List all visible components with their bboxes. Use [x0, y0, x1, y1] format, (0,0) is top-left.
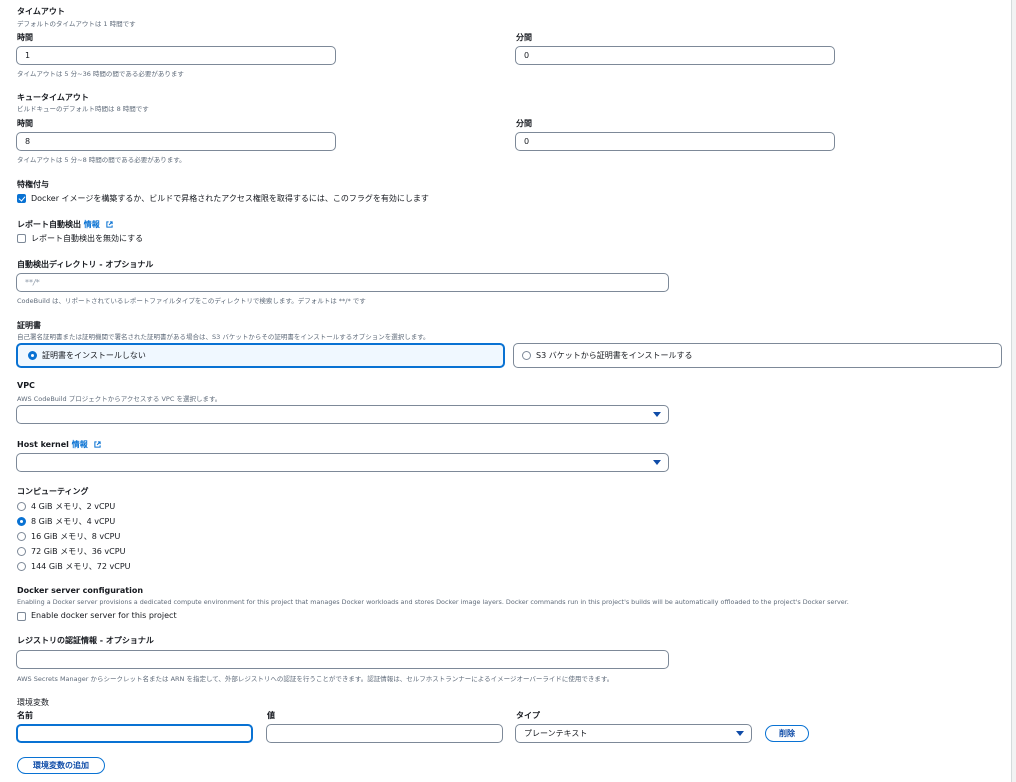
queue-timeout-hours-input[interactable]: [16, 132, 336, 151]
caret-down-icon: [653, 460, 661, 465]
host-kernel-title: Host kernel 情報: [17, 439, 101, 450]
caret-down-icon: [653, 412, 661, 417]
env-var-type-label: タイプ: [516, 711, 540, 720]
compute-option-label: 144 GiB メモリ、72 vCPU: [31, 562, 131, 571]
timeout-hours-input[interactable]: [16, 46, 336, 65]
docker-server-title: Docker server configuration: [17, 586, 144, 595]
compute-option-radio[interactable]: [17, 517, 26, 526]
compute-option-label: 4 GiB メモリ、2 vCPU: [31, 502, 116, 511]
certificate-description: 自己署名証明書または証明機関で署名された証明書がある場合は、S3 バケットからそ…: [17, 333, 430, 341]
env-var-delete-button[interactable]: 削除: [765, 725, 809, 742]
external-link-icon[interactable]: [105, 221, 113, 228]
host-kernel-title-text: Host kernel: [17, 440, 69, 449]
host-kernel-select[interactable]: [16, 453, 669, 472]
discovery-dir-hint: CodeBuild は、リポートされているレポートファイルタイプをこのディレクト…: [17, 297, 366, 305]
queue-timeout-minutes-label: 分間: [516, 119, 532, 128]
vpc-title: VPC: [17, 381, 35, 390]
queue-timeout-hours-label: 時間: [17, 119, 33, 128]
env-var-type-select-value: プレーンテキスト: [524, 729, 588, 738]
env-var-value-label: 値: [267, 711, 275, 720]
add-env-var-button[interactable]: 環境変数の追加: [17, 757, 105, 774]
timeout-description: デフォルトのタイムアウトは 1 時間です: [17, 20, 136, 28]
queue-timeout-hint: タイムアウトは 5 分~8 時間の間である必要があります。: [17, 156, 186, 164]
timeout-title: タイムアウト: [17, 7, 65, 16]
timeout-hours-label: 時間: [17, 33, 33, 42]
registry-credential-title: レジストリの認証情報 - オプショナル: [17, 636, 154, 645]
queue-timeout-title: キュータイムアウト: [17, 93, 89, 102]
certificate-option-none-radio[interactable]: [28, 351, 37, 360]
certificate-option-s3-radio[interactable]: [522, 351, 531, 360]
report-discovery-checkbox-label: レポート自動検出を無効にする: [31, 234, 144, 243]
vpc-description: AWS CodeBuild プロジェクトからアクセスする VPC を選択します。: [17, 395, 222, 403]
timeout-minutes-input[interactable]: [515, 46, 835, 65]
vpc-select[interactable]: [16, 405, 669, 424]
docker-server-description: Enabling a Docker server provisions a de…: [17, 598, 849, 606]
compute-option-radio[interactable]: [17, 532, 26, 541]
privileged-title: 特権付与: [17, 180, 49, 189]
compute-title: コンピューティング: [17, 487, 89, 496]
compute-option-label: 8 GiB メモリ、4 vCPU: [31, 517, 116, 526]
external-link-icon[interactable]: [93, 441, 101, 448]
certificate-option-none-label: 証明書をインストールしない: [42, 351, 146, 360]
privileged-checkbox[interactable]: [17, 194, 26, 203]
docker-server-checkbox[interactable]: [17, 612, 26, 621]
certificate-option-s3-tile[interactable]: S3 バケットから証明書をインストールする: [513, 343, 1002, 368]
env-var-value-input[interactable]: [266, 724, 503, 743]
caret-down-icon: [736, 731, 744, 736]
env-var-type-select[interactable]: プレーンテキスト: [515, 724, 752, 743]
compute-option-label: 16 GiB メモリ、8 vCPU: [31, 532, 121, 541]
timeout-minutes-label: 分間: [516, 33, 532, 42]
queue-timeout-description: ビルドキューのデフォルト時間は 8 時間です: [17, 105, 149, 113]
env-var-name-input[interactable]: [16, 724, 253, 743]
certificate-option-s3-label: S3 バケットから証明書をインストールする: [536, 351, 693, 360]
timeout-hint: タイムアウトは 5 分~36 時間の間である必要があります: [17, 70, 184, 78]
report-discovery-title-text: レポート自動検出: [17, 220, 81, 229]
queue-timeout-minutes-input[interactable]: [515, 132, 835, 151]
discovery-dir-input[interactable]: [16, 273, 669, 292]
discovery-dir-title: 自動検出ディレクトリ - オプショナル: [17, 260, 154, 269]
env-var-name-label: 名前: [17, 711, 33, 720]
compute-option-radio[interactable]: [17, 562, 26, 571]
certificate-title: 証明書: [17, 321, 41, 330]
registry-credential-input[interactable]: [16, 650, 669, 669]
env-vars-title: 環境変数: [17, 698, 49, 707]
page-scrollbar[interactable]: [1011, 0, 1016, 782]
certificate-option-none-tile[interactable]: 証明書をインストールしない: [16, 343, 505, 368]
compute-option-label: 72 GiB メモリ、36 vCPU: [31, 547, 126, 556]
host-kernel-info-link[interactable]: 情報: [72, 440, 88, 449]
report-discovery-info-link[interactable]: 情報: [84, 220, 100, 229]
privileged-checkbox-label: Docker イメージを構築するか、ビルドで昇格されたアクセス権限を取得するには…: [31, 194, 429, 203]
docker-server-checkbox-label: Enable docker server for this project: [31, 611, 177, 620]
registry-credential-hint: AWS Secrets Manager からシークレット名または ARN を指定…: [17, 675, 614, 683]
report-discovery-title: レポート自動検出 情報: [17, 219, 113, 230]
compute-option-radio[interactable]: [17, 502, 26, 511]
compute-option-radio[interactable]: [17, 547, 26, 556]
report-discovery-checkbox[interactable]: [17, 234, 26, 243]
